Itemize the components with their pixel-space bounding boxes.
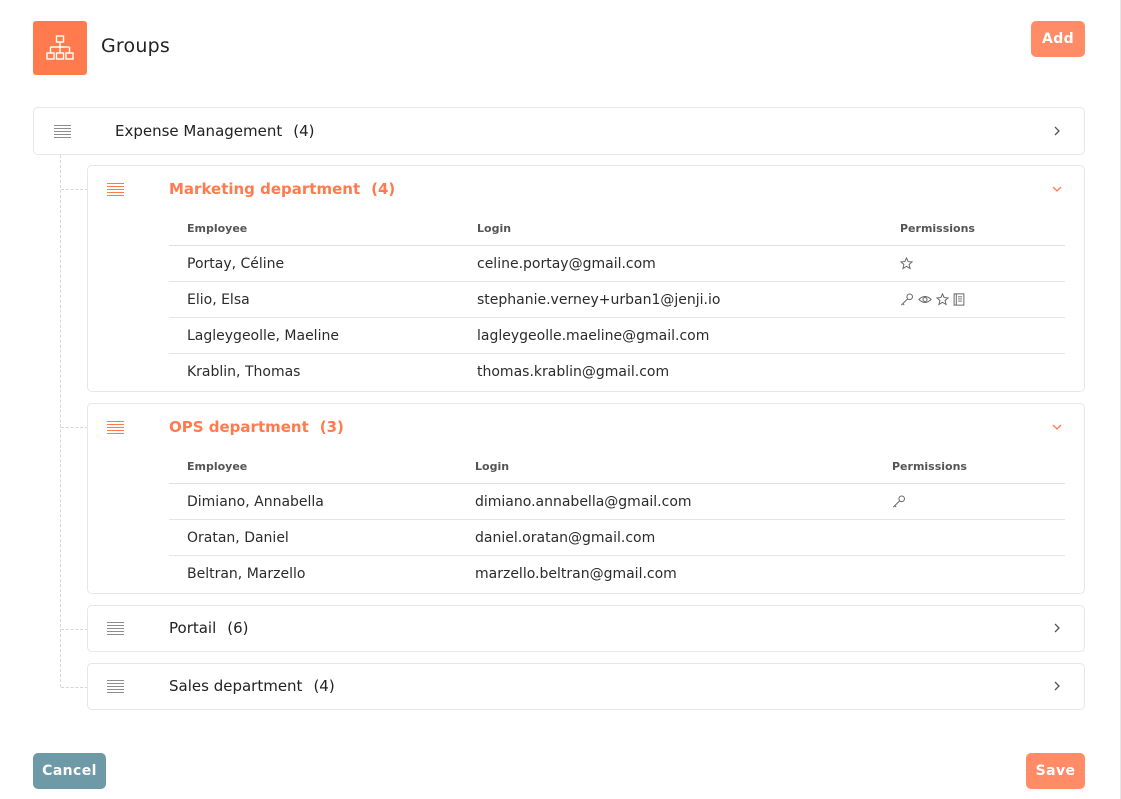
chevron-right-icon[interactable] bbox=[1052, 681, 1062, 691]
key-icon bbox=[900, 293, 913, 306]
chevron-down-icon[interactable] bbox=[1052, 184, 1062, 194]
column-header-employee: Employee bbox=[187, 460, 248, 473]
eye-icon bbox=[918, 296, 932, 303]
root-group-card[interactable]: Expense Management (4) bbox=[33, 107, 1085, 155]
table-row[interactable]: Oratan, Daniel daniel.oratan@gmail.com bbox=[169, 520, 1065, 556]
employee-name: Lagleygeolle, Maeline bbox=[187, 327, 339, 344]
column-header-permissions: Permissions bbox=[900, 222, 975, 235]
save-button[interactable]: Save bbox=[1026, 753, 1085, 789]
permissions-cell bbox=[900, 246, 913, 281]
group-count: (3) bbox=[319, 418, 344, 436]
star-icon bbox=[900, 257, 913, 270]
page-title: Groups bbox=[101, 35, 170, 57]
group-title: OPS department (3) bbox=[169, 418, 344, 436]
group-name: Marketing department bbox=[169, 180, 361, 198]
group-card-sales[interactable]: Sales department (4) bbox=[87, 663, 1085, 710]
tree-connector bbox=[61, 189, 88, 190]
employee-table: Employee Login Permissions Dimiano, Anna… bbox=[169, 450, 1065, 592]
group-header[interactable]: OPS department (3) bbox=[88, 404, 1084, 450]
permissions-cell bbox=[892, 484, 906, 519]
chevron-down-icon[interactable] bbox=[1052, 422, 1062, 432]
group-title: Sales department (4) bbox=[169, 677, 335, 695]
drag-handle-icon[interactable] bbox=[107, 680, 124, 693]
table-row[interactable]: Dimiano, Annabella dimiano.annabella@gma… bbox=[169, 484, 1065, 520]
group-title: Portail (6) bbox=[169, 619, 249, 637]
book-icon bbox=[953, 293, 965, 306]
employee-login: dimiano.annabella@gmail.com bbox=[475, 493, 692, 510]
drag-handle-icon[interactable] bbox=[107, 622, 124, 635]
cancel-button[interactable]: Cancel bbox=[33, 753, 106, 789]
key-icon bbox=[892, 495, 905, 508]
employee-name: Beltran, Marzello bbox=[187, 566, 306, 582]
group-name: OPS department bbox=[169, 418, 309, 436]
group-card-portail[interactable]: Portail (6) bbox=[87, 605, 1085, 652]
employee-name: Dimiano, Annabella bbox=[187, 493, 324, 510]
column-header-login: Login bbox=[477, 222, 512, 235]
tree-connector-vertical bbox=[60, 155, 61, 687]
tree-connector bbox=[61, 629, 88, 630]
employee-name: Elio, Elsa bbox=[187, 291, 250, 308]
column-header-employee: Employee bbox=[187, 222, 248, 235]
drag-handle-icon[interactable] bbox=[54, 125, 71, 138]
employee-login: marzello.beltran@gmail.com bbox=[475, 566, 677, 582]
tree-connector bbox=[61, 687, 88, 688]
group-count: (4) bbox=[293, 122, 315, 140]
employee-name: Portay, Céline bbox=[187, 255, 285, 272]
group-header[interactable]: Marketing department (4) bbox=[88, 166, 1084, 212]
group-name: Portail bbox=[169, 619, 217, 637]
permissions-cell bbox=[900, 282, 965, 317]
employee-login: thomas.krablin@gmail.com bbox=[477, 364, 670, 380]
table-row[interactable]: Elio, Elsa stephanie.verney+urban1@jenji… bbox=[169, 282, 1065, 318]
employee-login: lagleygeolle.maeline@gmail.com bbox=[477, 327, 710, 344]
drag-handle-icon[interactable] bbox=[107, 183, 124, 196]
employee-name: Krablin, Thomas bbox=[187, 364, 301, 380]
chevron-right-icon[interactable] bbox=[1052, 126, 1062, 136]
employee-table: Employee Login Permissions Portay, Célin… bbox=[169, 212, 1065, 390]
employee-login: daniel.oratan@gmail.com bbox=[475, 529, 656, 546]
column-header-login: Login bbox=[475, 460, 510, 473]
group-title: Marketing department (4) bbox=[169, 180, 395, 198]
table-header-row: Employee Login Permissions bbox=[169, 450, 1065, 484]
employee-login: stephanie.verney+urban1@jenji.io bbox=[477, 291, 721, 308]
table-row[interactable]: Beltran, Marzello marzello.beltran@gmail… bbox=[169, 556, 1065, 592]
tree-connector bbox=[61, 427, 88, 428]
drag-handle-icon[interactable] bbox=[107, 421, 124, 434]
group-name: Expense Management bbox=[115, 122, 283, 140]
group-count: (4) bbox=[371, 180, 396, 198]
table-row[interactable]: Portay, Céline celine.portay@gmail.com bbox=[169, 246, 1065, 282]
group-card-marketing: Marketing department (4) Employee Login P… bbox=[87, 165, 1085, 392]
group-count: (6) bbox=[227, 619, 249, 637]
group-count: (4) bbox=[313, 677, 335, 695]
chevron-right-icon[interactable] bbox=[1052, 623, 1062, 633]
column-header-permissions: Permissions bbox=[892, 460, 967, 473]
table-row[interactable]: Krablin, Thomas thomas.krablin@gmail.com bbox=[169, 354, 1065, 390]
group-title: Expense Management (4) bbox=[115, 122, 314, 140]
add-button[interactable]: Add bbox=[1031, 21, 1085, 57]
table-header-row: Employee Login Permissions bbox=[169, 212, 1065, 246]
group-name: Sales department bbox=[169, 677, 303, 695]
table-row[interactable]: Lagleygeolle, Maeline lagleygeolle.maeli… bbox=[169, 318, 1065, 354]
org-chart-icon bbox=[33, 21, 87, 75]
group-card-ops: OPS department (3) Employee Login Permiss… bbox=[87, 403, 1085, 594]
employee-login: celine.portay@gmail.com bbox=[477, 255, 656, 272]
employee-name: Oratan, Daniel bbox=[187, 529, 289, 546]
star-icon bbox=[936, 293, 949, 306]
